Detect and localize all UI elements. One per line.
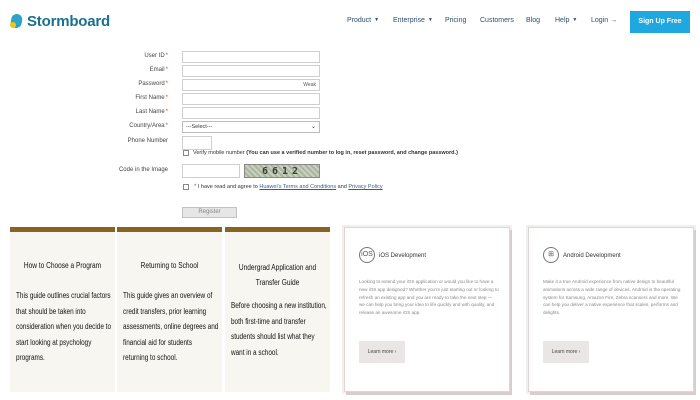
user-id-row: User ID*: [0, 51, 700, 65]
first-name-label: First Name: [135, 95, 165, 101]
verify-mobile-note: (You can use a verified number to log in…: [246, 150, 458, 156]
privacy-policy-link[interactable]: Privacy Policy: [348, 184, 382, 190]
country-row: Country/Area* ---Select--- ⌄: [0, 121, 700, 135]
captcha-row: Code in the Image 6612: [0, 164, 700, 180]
terms-link[interactable]: Huawei's Terms and Conditions: [259, 184, 336, 190]
first-name-input[interactable]: [182, 93, 320, 105]
required-mark: *: [165, 81, 168, 87]
guide-card[interactable]: How to Choose a Program This guide outli…: [10, 227, 115, 392]
country-select-value: ---Select---: [186, 124, 213, 130]
main-nav: Product ▼ Enterprise ▼ Pricing Customers B…: [0, 17, 700, 31]
dev-card-title: iOS Development: [379, 253, 427, 259]
last-name-label: Last Name: [135, 109, 165, 115]
country-label: Country/Area: [129, 123, 165, 129]
captcha-image[interactable]: 6612: [244, 164, 320, 178]
chevron-down-icon: ▼: [427, 17, 433, 23]
required-mark: *: [165, 123, 168, 129]
learn-more-button[interactable]: Learn more ›: [543, 341, 589, 363]
verify-mobile-line: Verify mobile number (You can use a veri…: [183, 150, 458, 156]
guide-card-title: Returning to School: [140, 261, 199, 270]
guide-card-body: This guide outlines crucial factors that…: [16, 291, 111, 362]
email-row: Email*: [0, 65, 700, 79]
ios-development-card: iOS iOS Development Looking to extend yo…: [344, 227, 510, 392]
terms-and: and: [337, 184, 347, 190]
chevron-down-icon: ⌄: [310, 124, 316, 130]
sign-up-button[interactable]: Sign Up Free: [630, 11, 690, 33]
guide-card-title: How to Choose a Program: [23, 261, 102, 270]
nav-login[interactable]: Login →: [591, 17, 617, 24]
nav-pricing[interactable]: Pricing: [445, 17, 466, 24]
captcha-input[interactable]: [182, 164, 240, 178]
nav-customers[interactable]: Customers: [480, 17, 514, 24]
dev-card-body: Looking to extend your iOS application o…: [359, 279, 499, 316]
phone-country-code-input[interactable]: [182, 136, 212, 150]
phone-label: Phone Number: [127, 138, 168, 144]
guide-card-body: This guide gives an overview of credit t…: [123, 291, 219, 362]
required-mark: *: [194, 184, 197, 190]
last-name-row: Last Name*: [0, 107, 700, 121]
email-label: Email: [149, 67, 165, 73]
verify-mobile-checkbox[interactable]: [183, 150, 189, 156]
ios-icon: iOS: [359, 247, 375, 263]
page: Stormboard Product ▼ Enterprise ▼ Pricing …: [0, 0, 700, 400]
email-input[interactable]: [182, 65, 320, 77]
learn-more-button[interactable]: Learn more ›: [359, 341, 405, 363]
last-name-input[interactable]: [182, 107, 320, 119]
required-mark: *: [165, 109, 168, 115]
guide-card[interactable]: Returning to School This guide gives an …: [117, 227, 222, 392]
user-id-label: User ID: [144, 53, 165, 59]
first-name-row: First Name*: [0, 93, 700, 107]
site-header: Stormboard Product ▼ Enterprise ▼ Pricing …: [0, 0, 700, 44]
android-icon: ⊞: [543, 247, 559, 263]
chevron-down-icon: ▼: [374, 17, 380, 23]
password-strength-hint: Weak: [303, 82, 316, 88]
android-development-card: ⊞ Android Development Make it a true And…: [528, 227, 694, 392]
required-mark: *: [165, 53, 168, 59]
dev-card-body: Make it a true Android experience from n…: [543, 279, 681, 316]
nav-blog[interactable]: Blog: [526, 17, 540, 24]
password-row: Password* Weak: [0, 79, 700, 93]
country-select[interactable]: ---Select--- ⌄: [182, 121, 320, 133]
required-mark: *: [165, 67, 168, 73]
verify-mobile-text: Verify mobile number: [193, 150, 245, 156]
register-button[interactable]: Register: [182, 207, 237, 218]
password-input[interactable]: Weak: [182, 79, 320, 91]
guide-card-body: Before choosing a new institution, both …: [231, 301, 327, 357]
nav-enterprise[interactable]: Enterprise ▼: [393, 17, 433, 24]
chevron-down-icon: ▼: [572, 17, 578, 23]
password-label: Password: [138, 81, 165, 87]
guide-card[interactable]: Undergrad Application and Transfer Guide…: [225, 227, 330, 392]
nav-help[interactable]: Help ▼: [555, 17, 577, 24]
terms-checkbox[interactable]: [183, 184, 189, 190]
terms-prefix: I have read and agree to: [197, 184, 258, 190]
user-id-input[interactable]: [182, 51, 320, 63]
nav-product[interactable]: Product ▼: [347, 17, 379, 24]
register-row: Register: [0, 207, 700, 221]
code-label: Code in the Image: [118, 167, 168, 173]
dev-card-title: Android Development: [563, 253, 621, 259]
required-mark: *: [165, 95, 168, 101]
guide-card-title: Undergrad Application and Transfer Guide: [238, 263, 317, 287]
terms-line: * I have read and agree to Huawei's Term…: [183, 184, 383, 190]
